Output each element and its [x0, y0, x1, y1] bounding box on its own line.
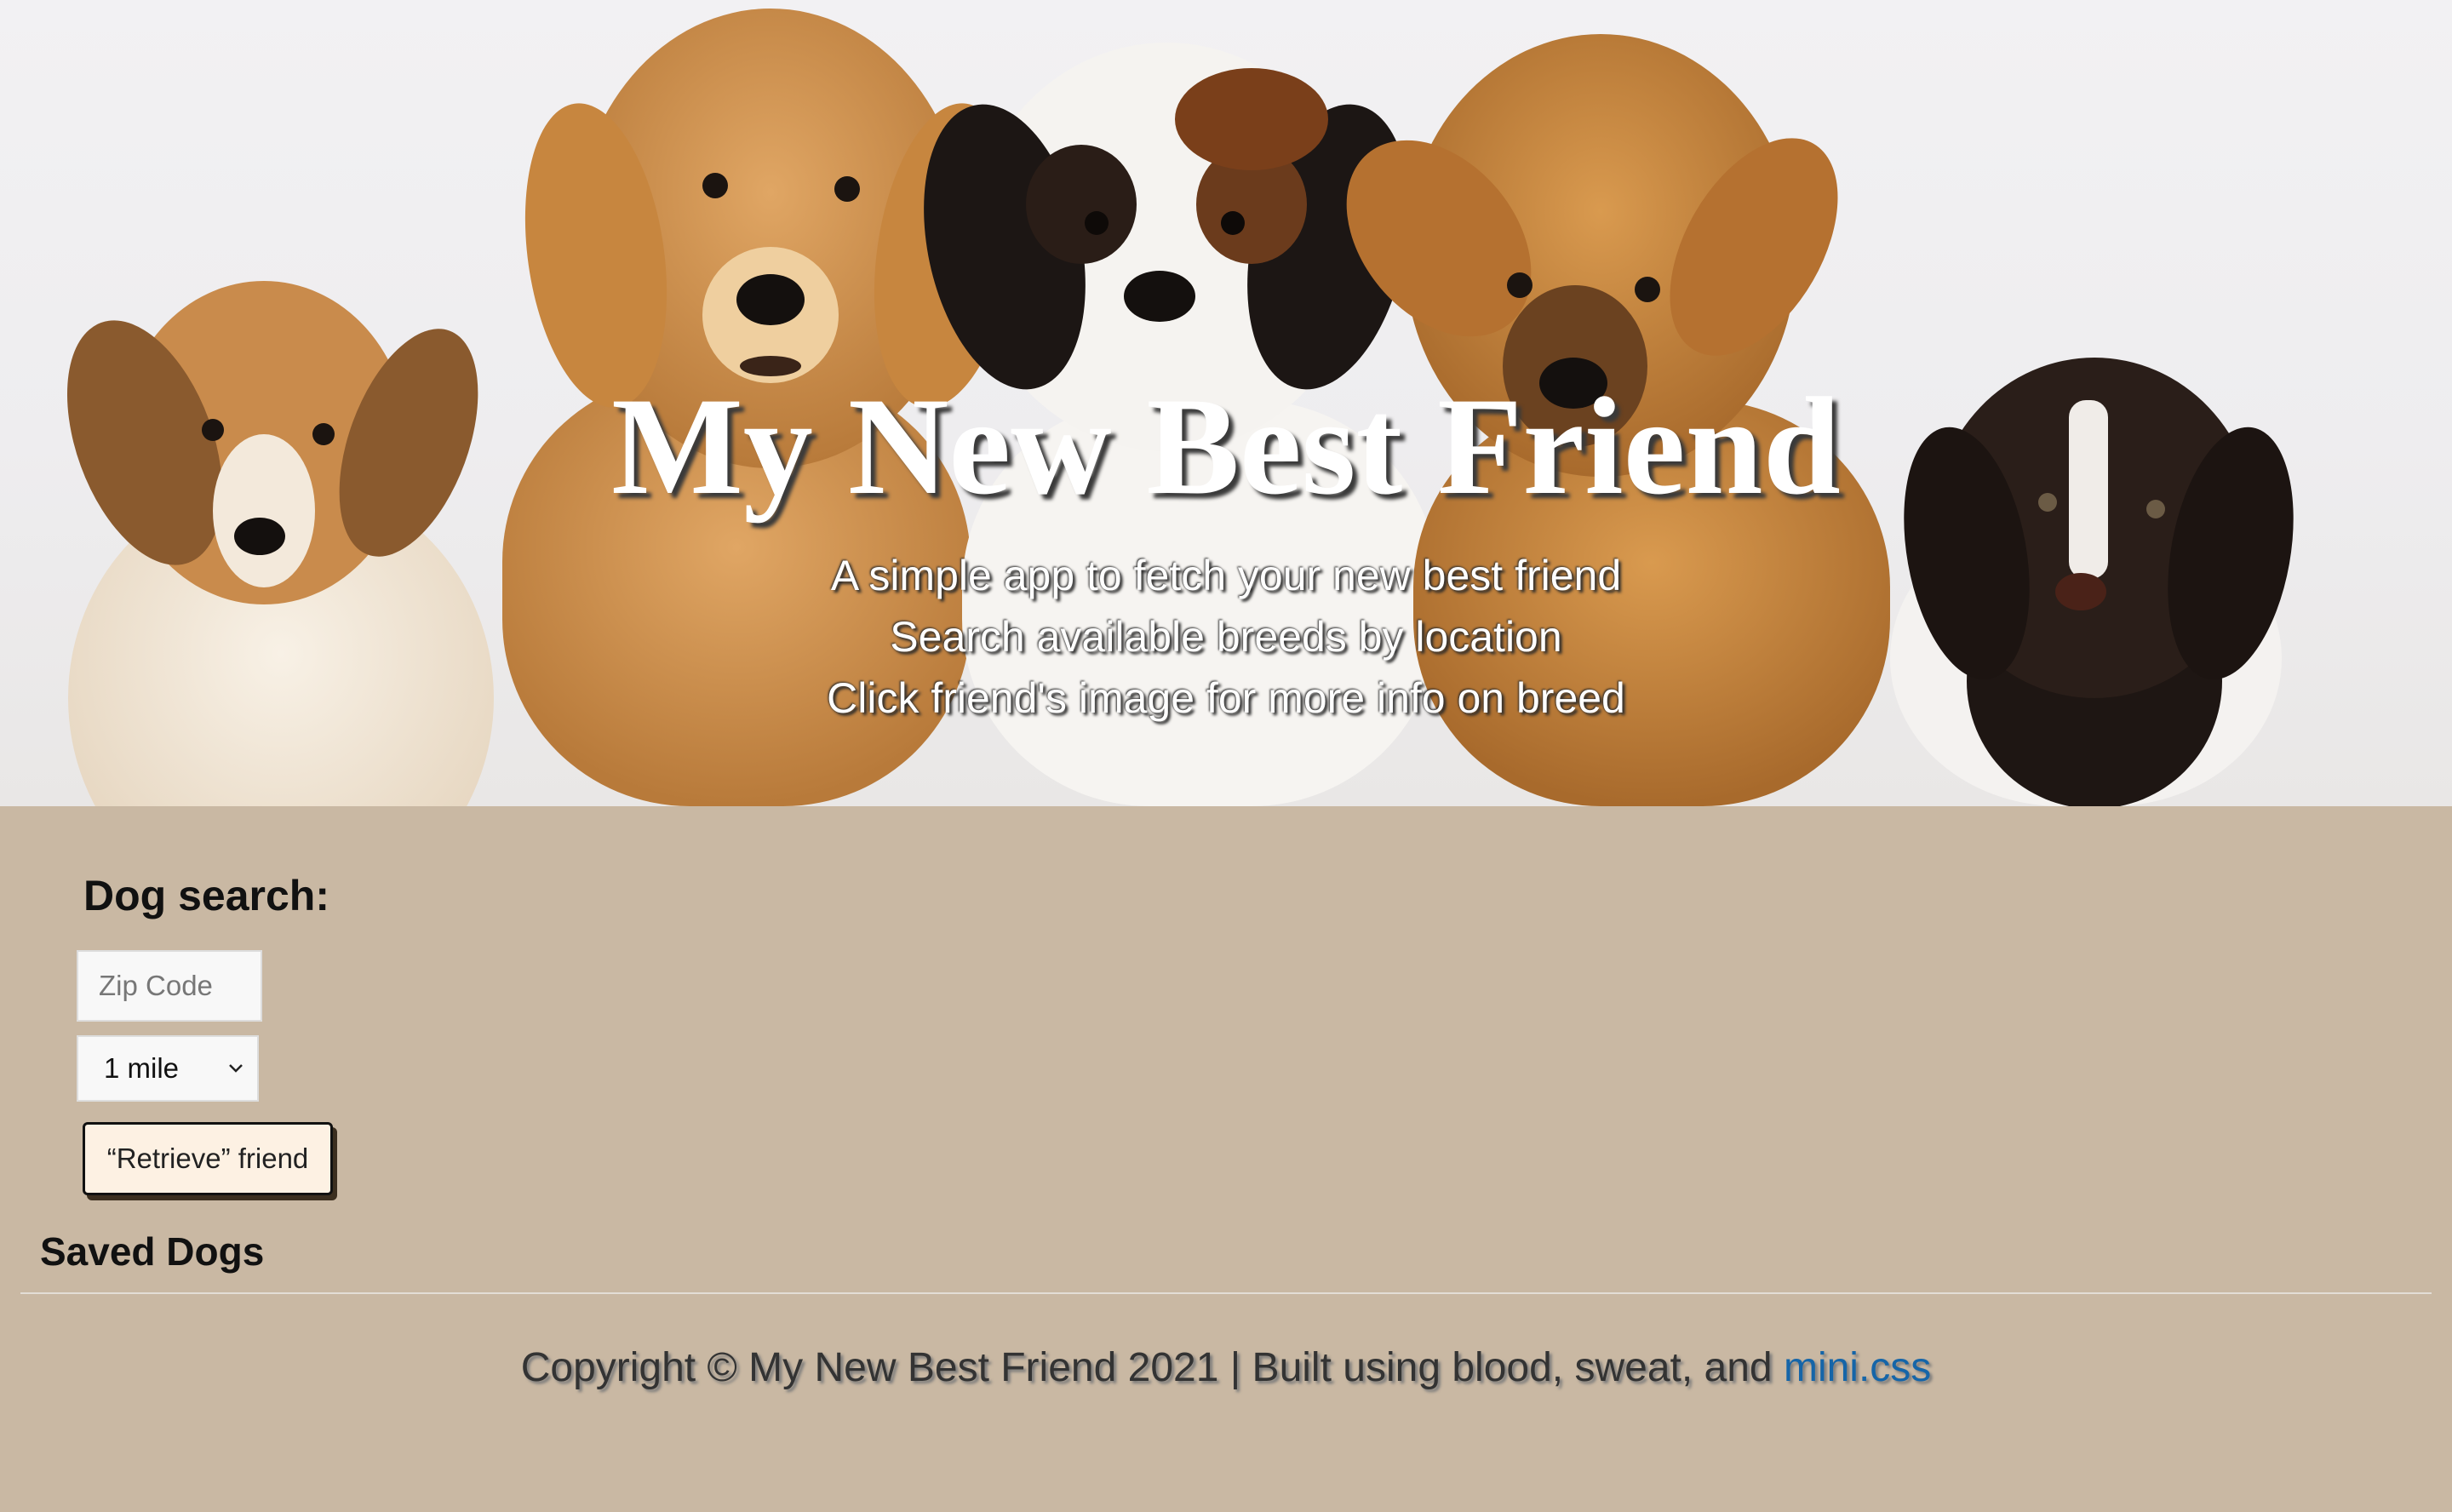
zip-code-input[interactable]: [77, 950, 262, 1022]
mini-css-link[interactable]: mini.css: [1784, 1345, 1931, 1390]
hero-line-1: A simple app to fetch your new best frie…: [830, 552, 1622, 599]
saved-dogs-heading: Saved Dogs: [40, 1229, 265, 1274]
hero-subtitle: A simple app to fetch your new best frie…: [0, 545, 2452, 729]
radius-select-value: 1 mile: [104, 1052, 180, 1084]
hero-banner: My New Best Friend A simple app to fetch…: [0, 0, 2452, 806]
hero-line-3: Click friend's image for more info on br…: [827, 674, 1625, 722]
dog-search-heading: Dog search:: [83, 872, 329, 919]
divider: [20, 1292, 2432, 1294]
hero-line-2: Search available breeds by location: [890, 613, 1562, 661]
footer-copyright: Copyright © My New Best Friend 2021 | Bu…: [520, 1345, 1784, 1390]
page-title: My New Best Friend: [611, 369, 1841, 524]
chevron-down-icon: [229, 1064, 243, 1073]
footer: Copyright © My New Best Friend 2021 | Bu…: [0, 1338, 2452, 1398]
radius-select[interactable]: 1 mile: [77, 1035, 259, 1102]
retrieve-friend-button[interactable]: “Retrieve” friend: [83, 1122, 333, 1195]
